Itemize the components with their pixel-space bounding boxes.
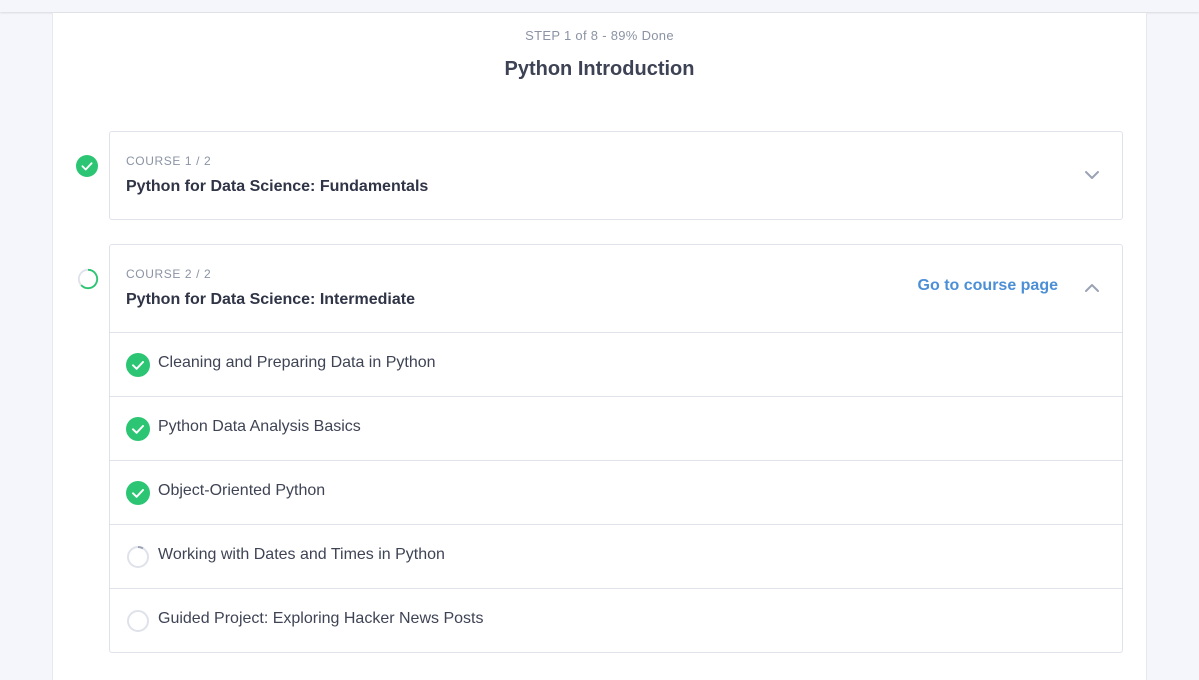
lesson-item[interactable]: Guided Project: Exploring Hacker News Po… <box>110 589 1122 652</box>
path-panel: STEP 1 of 8 - 89% Done Python Introducti… <box>52 13 1147 680</box>
page-title: Python Introduction <box>504 58 695 80</box>
check-circle-icon <box>126 353 150 377</box>
lesson-title: Working with Dates and Times in Python <box>158 546 445 563</box>
lesson-item[interactable]: Working with Dates and Times in Python <box>110 525 1122 589</box>
progress-ring-icon <box>127 546 149 568</box>
check-circle-icon <box>126 481 150 505</box>
course-number: COURSE 1 / 2 <box>126 154 212 168</box>
lesson-title: Guided Project: Exploring Hacker News Po… <box>158 610 484 627</box>
top-bar <box>0 0 1199 12</box>
lesson-item[interactable]: Object-Oriented Python <box>110 461 1122 525</box>
course-card-1[interactable]: COURSE 1 / 2 Python for Data Science: Fu… <box>109 131 1123 220</box>
chevron-down-icon[interactable] <box>1084 169 1100 181</box>
lesson-title: Cleaning and Preparing Data in Python <box>158 354 436 371</box>
course-number: COURSE 2 / 2 <box>126 267 212 281</box>
course-title: Python for Data Science: Fundamentals <box>126 178 429 195</box>
course-header-2[interactable]: COURSE 2 / 2 Python for Data Science: In… <box>110 245 1122 332</box>
empty-circle-icon <box>127 610 149 632</box>
chevron-up-icon[interactable] <box>1084 282 1100 294</box>
go-to-course-link[interactable]: Go to course page <box>918 277 1058 295</box>
check-circle-icon <box>126 417 150 441</box>
lesson-item[interactable]: Python Data Analysis Basics <box>110 397 1122 461</box>
course-card-2: COURSE 2 / 2 Python for Data Science: In… <box>109 244 1123 653</box>
step-progress-text: STEP 1 of 8 - 89% Done <box>525 28 674 43</box>
course-title: Python for Data Science: Intermediate <box>126 291 415 308</box>
course-header-1[interactable]: COURSE 1 / 2 Python for Data Science: Fu… <box>110 132 1122 219</box>
lesson-item[interactable]: Cleaning and Preparing Data in Python <box>110 333 1122 397</box>
lesson-list: Cleaning and Preparing Data in Python Py… <box>110 332 1122 652</box>
lesson-title: Object-Oriented Python <box>158 482 326 499</box>
check-circle-icon <box>76 155 98 177</box>
lesson-title: Python Data Analysis Basics <box>158 418 361 435</box>
progress-ring-icon <box>77 268 99 290</box>
